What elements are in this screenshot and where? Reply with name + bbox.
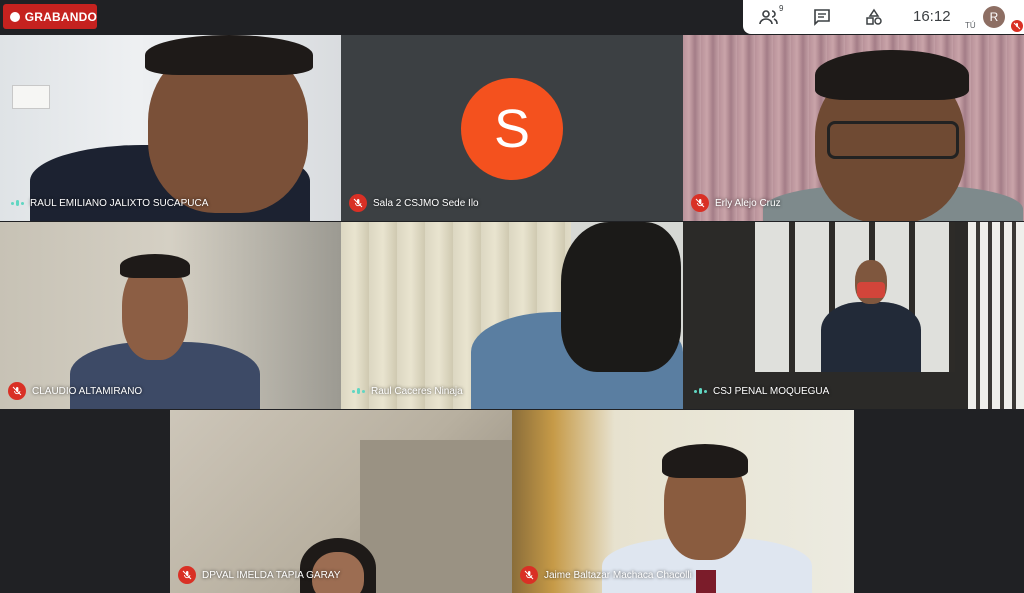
participant-name-label: Jaime Baltazar Machaca Chacolli: [520, 565, 692, 585]
participant-name: CLAUDIO ALTAMIRANO: [32, 385, 143, 397]
wall-switch: [12, 85, 50, 109]
participant-name-label: CSJ PENAL MOQUEGUA: [691, 381, 829, 401]
person-hair: [815, 50, 969, 100]
people-button[interactable]: 9: [759, 4, 783, 27]
mic-off-icon: [8, 382, 26, 400]
participant-name: CSJ PENAL MOQUEGUA: [713, 385, 830, 397]
participant-tile[interactable]: S Sala 2 CSJMO Sede Ilo: [341, 35, 683, 221]
speaking-indicator-icon: [349, 382, 367, 400]
room-corner: [360, 440, 512, 593]
mic-off-icon: [691, 194, 709, 212]
people-icon: [759, 10, 778, 25]
participant-name: Jaime Baltazar Machaca Chacolli: [544, 569, 692, 581]
participant-name-label: Sala 2 CSJMO Sede Ilo: [349, 193, 479, 213]
shapes-icon: [866, 8, 882, 25]
person-hair: [120, 254, 190, 278]
chat-button[interactable]: [812, 7, 832, 27]
participant-tile[interactable]: Raul Caceres Ninaja: [341, 222, 683, 409]
participant-name-label: Raul Caceres Ninaja: [349, 381, 463, 401]
participant-name: Erly Alejo Cruz: [715, 197, 781, 209]
participant-tile[interactable]: CLAUDIO ALTAMIRANO: [0, 222, 341, 409]
recording-dot-icon: [10, 11, 20, 22]
right-bars: [968, 222, 1024, 409]
participant-avatar: S: [461, 78, 563, 180]
clock-time: 16:12: [913, 8, 951, 25]
participant-name: RAUL EMILIANO JALIXTO SUCAPUCA: [30, 197, 209, 209]
glasses: [827, 121, 959, 159]
participant-name: Sala 2 CSJMO Sede Ilo: [373, 197, 479, 209]
person-body: [821, 302, 921, 372]
speaking-indicator-icon: [691, 382, 709, 400]
mic-off-icon: [178, 566, 196, 584]
participant-name-label: DPVAL IMELDA TAPIA GARAY: [178, 565, 340, 585]
person-hair: [145, 35, 313, 75]
participant-tile[interactable]: DPVAL IMELDA TAPIA GARAY: [170, 410, 512, 593]
chat-icon: [814, 9, 830, 26]
speaking-indicator-icon: [8, 194, 26, 212]
person-head: [561, 222, 681, 372]
participant-name-label: Erly Alejo Cruz: [691, 193, 781, 213]
mic-off-icon: [520, 566, 538, 584]
participant-name-label: RAUL EMILIANO JALIXTO SUCAPUCA: [8, 193, 208, 213]
activities-button[interactable]: [864, 7, 884, 27]
participant-name: Raul Caceres Ninaja: [371, 385, 463, 397]
participants-count: 9: [779, 4, 784, 13]
self-label: TÚ: [965, 21, 976, 30]
participant-tile[interactable]: RAUL EMILIANO JALIXTO SUCAPUCA: [0, 35, 341, 221]
necktie: [696, 570, 716, 593]
participant-tile[interactable]: CSJ PENAL MOQUEGUA: [683, 222, 1024, 409]
self-avatar[interactable]: R: [983, 6, 1005, 28]
top-toolbar: 9 16:12 TÚ R: [743, 0, 1024, 34]
participant-name: DPVAL IMELDA TAPIA GARAY: [202, 569, 341, 581]
face-mask: [857, 282, 885, 298]
participant-tile[interactable]: Jaime Baltazar Machaca Chacolli: [512, 410, 854, 593]
recording-badge: GRABANDO: [3, 4, 97, 29]
participant-tile[interactable]: Erly Alejo Cruz: [683, 35, 1024, 221]
self-mic-off-icon: [1011, 20, 1023, 32]
mic-off-icon: [349, 194, 367, 212]
person-hair: [662, 444, 748, 478]
recording-label: GRABANDO: [24, 9, 97, 24]
participant-name-label: CLAUDIO ALTAMIRANO: [8, 381, 142, 401]
